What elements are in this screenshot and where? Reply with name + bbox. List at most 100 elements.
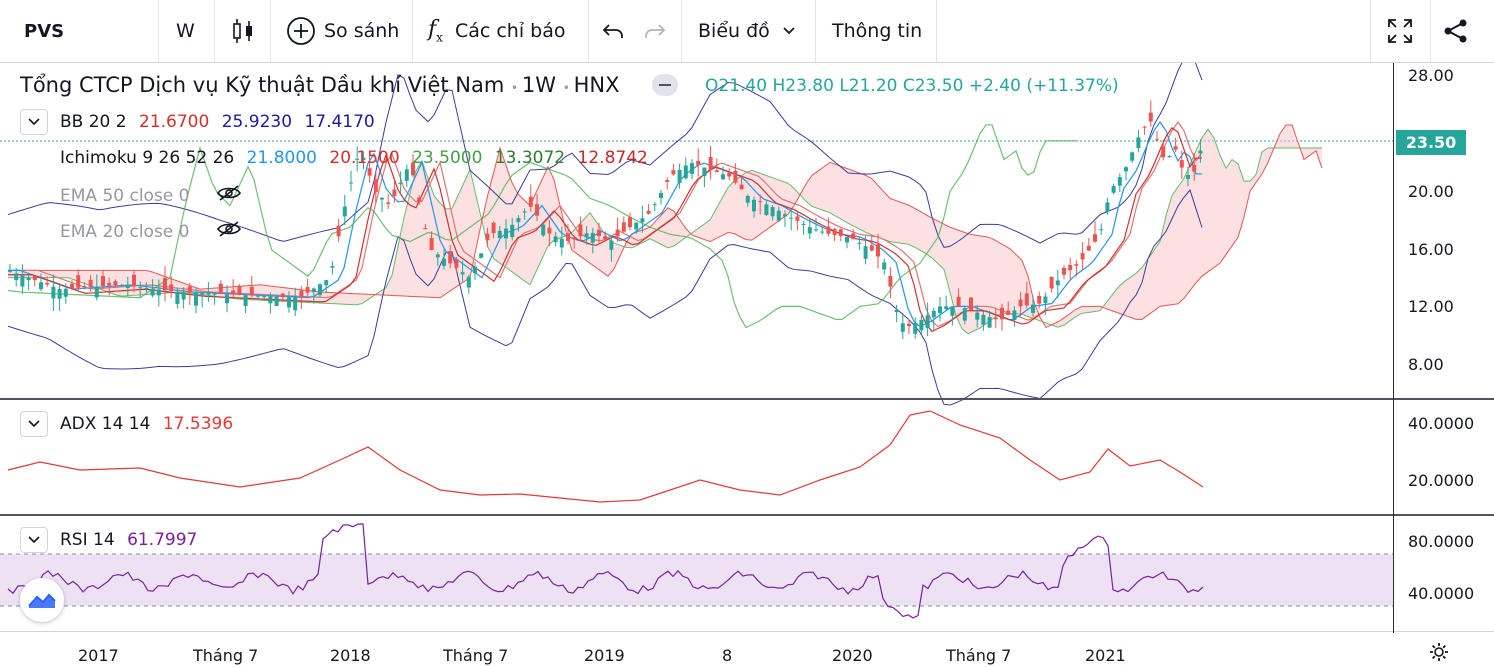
candle-body xyxy=(1198,150,1203,154)
time-tick: 2018 xyxy=(330,646,371,665)
collapse-rsi-button[interactable] xyxy=(20,527,48,553)
candle-body xyxy=(88,279,93,287)
candle-body xyxy=(1012,310,1017,321)
candle-body xyxy=(460,272,465,275)
candle-body xyxy=(268,296,273,304)
share-button[interactable] xyxy=(1443,0,1471,62)
legend-bb[interactable]: BB 20 2 21.6700 25.9230 17.4170 xyxy=(60,112,382,132)
candle-body xyxy=(293,297,298,311)
legend-ichimoku[interactable]: Ichimoku 9 26 52 26 21.8000 20.1500 23.5… xyxy=(60,148,655,168)
pane-separator-adx[interactable] xyxy=(0,398,1494,400)
candle-body xyxy=(14,273,19,280)
candle-body xyxy=(528,196,533,207)
collapse-legend-button[interactable] xyxy=(20,109,48,135)
legend-adx[interactable]: ADX 14 14 17.5396 xyxy=(60,414,240,434)
candle-body xyxy=(659,193,663,198)
title-exchange: HNX xyxy=(573,73,620,97)
legend-ema50[interactable]: EMA 50 close 0 xyxy=(60,184,249,207)
chart-type-label: Biểu đồ xyxy=(698,20,770,42)
ohlc-change: +2.40 (+11.37%) xyxy=(968,76,1119,96)
pane-separator-rsi[interactable] xyxy=(0,514,1494,516)
candle-body xyxy=(429,238,434,250)
candles-icon xyxy=(231,17,255,45)
chart-style-button[interactable] xyxy=(231,0,257,62)
candle-body xyxy=(789,217,794,219)
time-tick: 2020 xyxy=(832,646,873,665)
price-tick: 12.00 xyxy=(1408,297,1454,316)
interval-button[interactable]: W xyxy=(176,0,206,62)
candle-body xyxy=(448,252,453,264)
candle-body xyxy=(838,229,843,236)
candle-body xyxy=(993,317,998,320)
fx-icon: fx xyxy=(428,17,443,45)
candle-body xyxy=(262,296,267,298)
candle-body xyxy=(1068,264,1073,271)
candle-body xyxy=(479,253,484,258)
candle-body xyxy=(442,258,446,266)
candle-body xyxy=(1186,175,1190,179)
eye-off-icon[interactable] xyxy=(216,220,242,243)
candle-body xyxy=(318,284,322,296)
candle-body xyxy=(764,204,769,215)
candle-body xyxy=(243,295,248,306)
candle-body xyxy=(1111,186,1116,193)
legend-ema20[interactable]: EMA 20 close 0 xyxy=(60,220,249,243)
info-button[interactable]: Thông tin xyxy=(832,0,926,62)
eye-off-icon[interactable] xyxy=(216,184,242,207)
candle-body xyxy=(1130,152,1135,161)
candle-body xyxy=(26,277,31,281)
candle-body xyxy=(1179,160,1184,168)
candle-body xyxy=(907,323,911,327)
rsi-value: 61.7997 xyxy=(127,530,198,550)
indicators-label: Các chỉ báo xyxy=(454,20,566,42)
candle-body xyxy=(572,237,577,240)
candle-body xyxy=(956,296,961,307)
candle-body xyxy=(1024,293,1029,306)
candle-body xyxy=(1142,126,1147,128)
candle-body xyxy=(739,184,744,190)
candle-body xyxy=(491,222,496,234)
candle-body xyxy=(1006,310,1011,315)
candle-body xyxy=(795,216,800,221)
candle-body xyxy=(163,278,167,291)
redo-button[interactable] xyxy=(644,0,668,62)
candle-body xyxy=(652,204,657,206)
candle-body xyxy=(8,271,12,273)
gear-icon[interactable] xyxy=(1428,641,1450,667)
candle-body xyxy=(349,182,353,184)
hide-legend-button[interactable] xyxy=(652,74,678,96)
candle-body xyxy=(175,291,180,305)
ohlc-high: H23.80 xyxy=(772,76,834,96)
compare-label: So sánh xyxy=(324,20,400,42)
time-tick: Tháng 7 xyxy=(193,646,259,665)
candle-body xyxy=(702,167,707,177)
compare-button[interactable]: So sánh xyxy=(286,0,402,62)
adx-name: ADX 14 14 xyxy=(60,414,151,434)
candle-body xyxy=(566,233,570,241)
candle-body xyxy=(367,168,372,176)
candle-body xyxy=(1105,202,1110,212)
candle-body xyxy=(938,306,942,314)
candle-body xyxy=(578,224,583,237)
candle-body xyxy=(1062,267,1066,275)
undo-button[interactable] xyxy=(602,0,626,62)
candle-body xyxy=(466,276,471,288)
time-tick: 8 xyxy=(722,646,733,665)
logo-icon[interactable] xyxy=(20,578,64,622)
candle-body xyxy=(1173,146,1178,150)
chart-type-menu[interactable]: Biểu đồ xyxy=(698,0,802,62)
candle-body xyxy=(783,214,787,217)
chevron-down-icon xyxy=(28,420,40,428)
symbol-search[interactable]: PVS xyxy=(24,0,144,62)
adx-tick: 40.0000 xyxy=(1408,414,1475,433)
indicators-button[interactable]: fx Các chỉ báo xyxy=(428,0,576,62)
candle-body xyxy=(280,293,285,297)
fullscreen-button[interactable] xyxy=(1386,0,1414,62)
redo-icon xyxy=(644,21,666,41)
chevron-down-icon xyxy=(28,118,40,126)
time-tick: 2021 xyxy=(1085,646,1126,665)
bb-basis: 21.6700 xyxy=(139,112,210,132)
collapse-adx-button[interactable] xyxy=(20,411,48,437)
candle-body xyxy=(646,210,651,214)
legend-rsi[interactable]: RSI 14 61.7997 xyxy=(60,530,204,550)
